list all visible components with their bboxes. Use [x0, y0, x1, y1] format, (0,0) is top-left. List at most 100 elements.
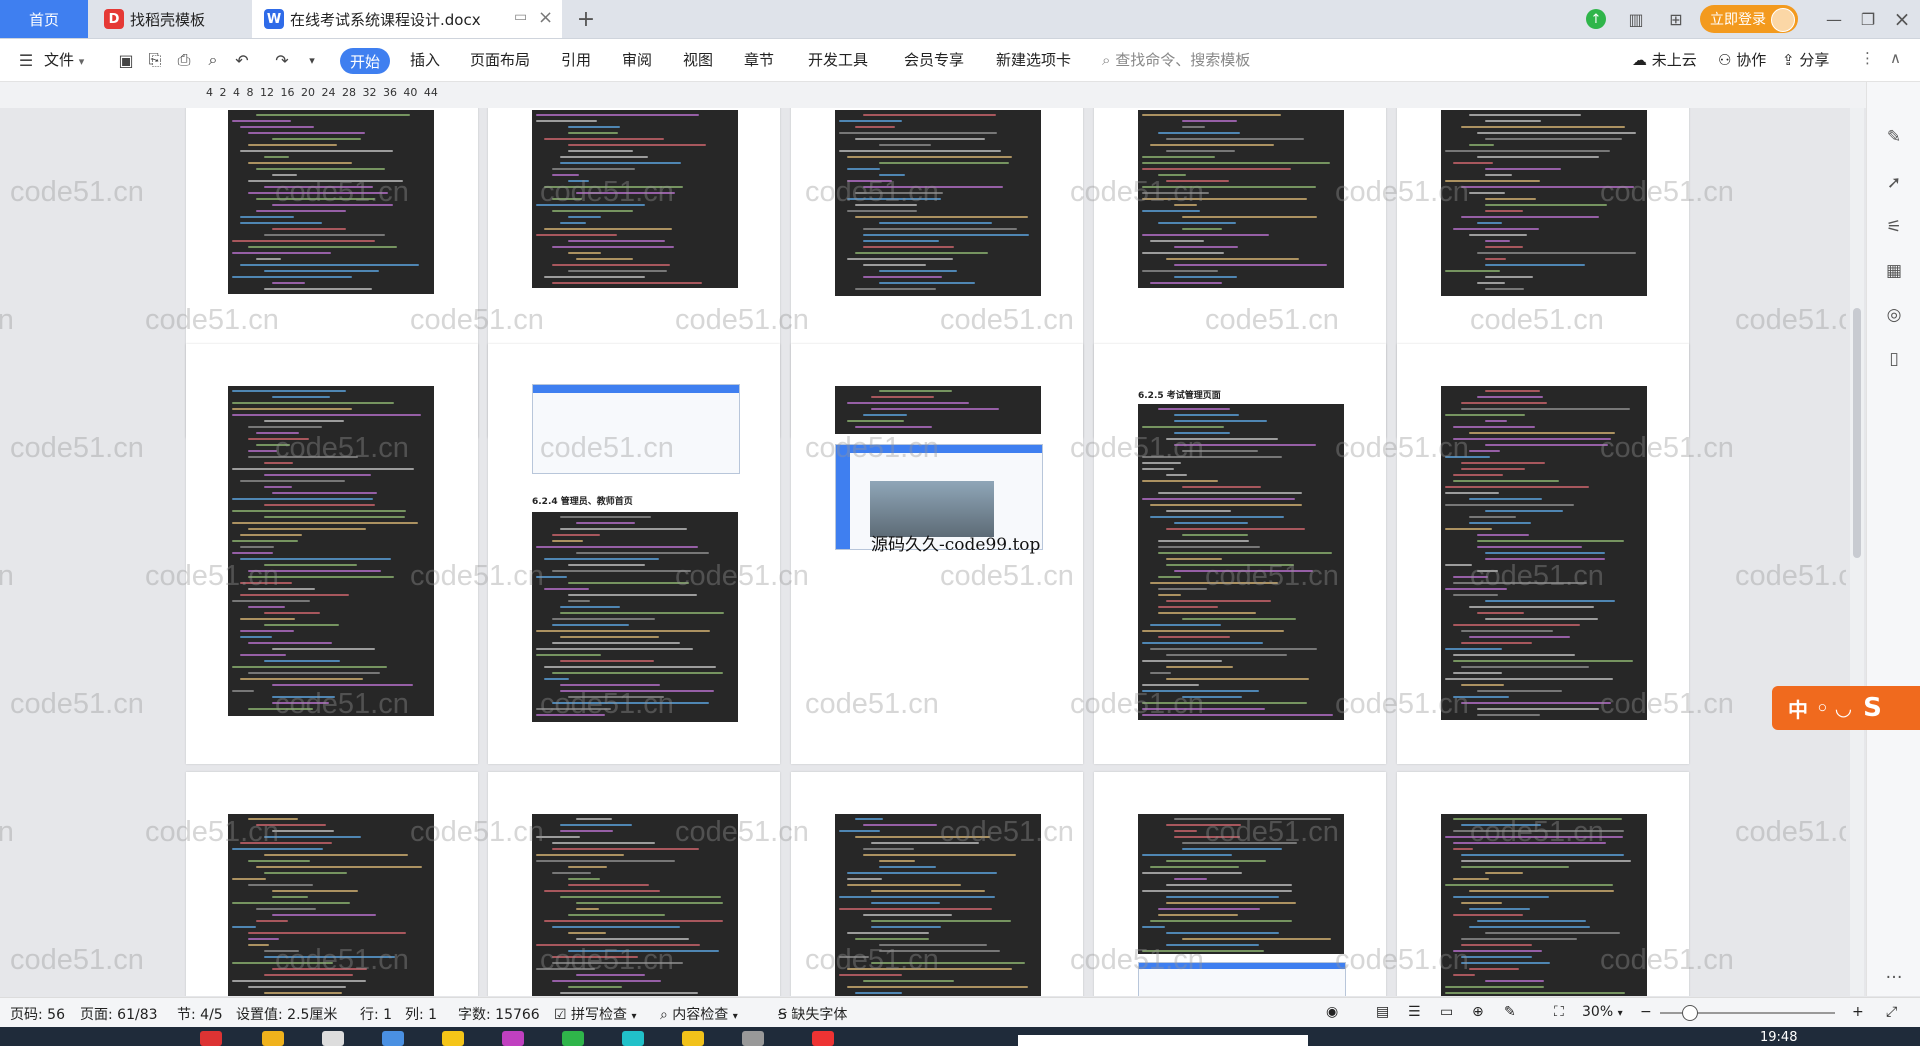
menu-page-layout[interactable]: 页面布局: [470, 49, 530, 70]
taskbar-app-icon[interactable]: [322, 1031, 344, 1046]
fit-page-icon[interactable]: ⛶: [1554, 1004, 1564, 1020]
print-icon[interactable]: ⎙: [174, 50, 194, 70]
more-tools-icon[interactable]: …: [1883, 962, 1905, 984]
code-line: [855, 216, 1028, 218]
tab-template[interactable]: D 找稻壳模板: [92, 0, 252, 38]
more-icon[interactable]: ⋮: [1860, 49, 1875, 67]
undo-icon[interactable]: ↶: [232, 50, 252, 70]
setting-value[interactable]: 设置值: 2.5厘米: [236, 1004, 337, 1024]
outline-view-icon[interactable]: ☰: [1408, 1004, 1421, 1020]
new-tab-icon[interactable]: +: [574, 7, 598, 32]
taskbar-app-icon[interactable]: [682, 1031, 704, 1046]
fullscreen-icon[interactable]: ⤢: [1886, 1004, 1897, 1020]
redo-icon[interactable]: ↷: [272, 50, 292, 70]
minimize-icon[interactable]: —: [1822, 8, 1846, 30]
collapse-ribbon-icon[interactable]: ∧: [1890, 49, 1901, 67]
adjust-icon[interactable]: ⚟: [1883, 216, 1905, 238]
login-button[interactable]: 立即登录: [1700, 5, 1798, 33]
code-line: [232, 510, 406, 512]
scroll-thumb[interactable]: [1853, 308, 1861, 558]
vertical-scrollbar[interactable]: [1850, 108, 1864, 996]
web-view-icon[interactable]: ⊕: [1472, 1004, 1484, 1020]
collab-button[interactable]: ⚇ 协作: [1718, 49, 1766, 70]
command-search[interactable]: ⌕ 查找命令、搜索模板: [1102, 49, 1250, 70]
eye-protect-icon[interactable]: ◉: [1326, 1004, 1338, 1020]
taskbar-app-icon[interactable]: [382, 1031, 404, 1046]
hamburger-icon[interactable]: ☰: [16, 50, 36, 70]
code-line: [1142, 186, 1316, 188]
location-icon[interactable]: ◎: [1883, 304, 1905, 326]
missing-font[interactable]: Ꞩ 缺失字体: [778, 1004, 847, 1024]
file-menu[interactable]: 文件 ▾: [44, 49, 84, 70]
code-screenshot: [1138, 404, 1344, 720]
write-view-icon[interactable]: ✎: [1504, 1004, 1516, 1020]
select-cursor-icon[interactable]: ➚: [1883, 172, 1905, 194]
taskbar-app-icon[interactable]: [742, 1031, 764, 1046]
taskbar-app-icon[interactable]: [622, 1031, 644, 1046]
code-line: [879, 944, 988, 946]
page-view-icon[interactable]: ▤: [1376, 1004, 1389, 1020]
image-tool-icon[interactable]: ▦: [1883, 260, 1905, 282]
taskbar-app-icon[interactable]: [812, 1031, 834, 1046]
quick-access-dropdown-icon[interactable]: ▾: [302, 50, 322, 70]
code-line: [863, 414, 908, 416]
book-icon[interactable]: ▯: [1883, 348, 1905, 370]
menu-view[interactable]: 视图: [683, 49, 713, 70]
update-icon[interactable]: ↑: [1586, 9, 1606, 29]
page-count[interactable]: 页面: 61/83: [80, 1004, 158, 1024]
code-line: [1182, 120, 1237, 122]
layout-icon[interactable]: ▥: [1624, 8, 1648, 30]
code-line: [552, 926, 680, 928]
code-line: [232, 402, 394, 404]
export-pdf-icon[interactable]: ⎘: [145, 50, 165, 70]
zoom-level[interactable]: 30% ▾: [1582, 1004, 1623, 1020]
taskbar-search-box[interactable]: [1018, 1035, 1308, 1046]
zoom-slider-handle[interactable]: [1682, 1005, 1698, 1021]
menu-insert[interactable]: 插入: [410, 49, 440, 70]
restore-icon[interactable]: ❐: [1856, 8, 1880, 30]
pen-icon[interactable]: ✎: [1883, 126, 1905, 148]
taskbar-app-icon[interactable]: [502, 1031, 524, 1046]
menu-new-tab[interactable]: 新建选项卡: [996, 49, 1071, 70]
reading-view-icon[interactable]: ▭: [1440, 1004, 1453, 1020]
tab-home[interactable]: 首页: [0, 0, 88, 38]
page-number[interactable]: 页码: 56: [10, 1004, 65, 1024]
cloud-status[interactable]: ☁ 未上云: [1632, 49, 1697, 70]
code-line: [248, 180, 404, 182]
menu-references[interactable]: 引用: [561, 49, 591, 70]
watermark-text: code51.cn: [0, 560, 14, 592]
menu-member[interactable]: 会员专享: [904, 49, 964, 70]
code-screenshot: [1441, 814, 1647, 996]
menu-chapter[interactable]: 章节: [744, 49, 774, 70]
code-line: [1142, 926, 1166, 928]
document-canvas[interactable]: 6.2.4 管理员、教师首页 源码久久-code99.top 6.2.5 考试管…: [0, 108, 1846, 996]
print-preview-icon[interactable]: ⌕: [203, 50, 223, 70]
tab-document[interactable]: W 在线考试系统课程设计.docx ▭ ×: [252, 0, 562, 38]
menu-review[interactable]: 审阅: [622, 49, 652, 70]
collab-label: 协作: [1736, 51, 1767, 69]
zoom-in-icon[interactable]: +: [1852, 1004, 1864, 1020]
zoom-out-icon[interactable]: −: [1640, 1004, 1652, 1020]
taskbar-app-icon[interactable]: [262, 1031, 284, 1046]
code-line: [1174, 420, 1268, 422]
ruler[interactable]: 4 2 4 8 12 16 20 24 28 32 36 40 44: [0, 82, 1920, 108]
apps-grid-icon[interactable]: ⊞: [1664, 8, 1688, 30]
close-window-icon[interactable]: ×: [1890, 7, 1914, 31]
ime-toolbar[interactable]: 中 ◦ ◡ S: [1772, 686, 1920, 730]
word-count[interactable]: 字数: 15766: [458, 1004, 540, 1024]
taskbar-app-icon[interactable]: [562, 1031, 584, 1046]
code-line: [1445, 528, 1493, 530]
code-line: [1158, 576, 1181, 578]
taskbar-app-icon[interactable]: [442, 1031, 464, 1046]
taskbar-app-icon[interactable]: [200, 1031, 222, 1046]
code-line: [863, 228, 1017, 230]
menu-start[interactable]: 开始: [340, 48, 390, 74]
code-line: [863, 114, 996, 116]
spell-check[interactable]: ☑ 拼写检查 ▾: [554, 1004, 637, 1024]
share-button[interactable]: ⇪ 分享: [1782, 49, 1829, 70]
pin-icon[interactable]: ▭: [514, 9, 527, 25]
menu-developer[interactable]: 开发工具: [808, 49, 868, 70]
close-tab-icon[interactable]: ×: [538, 7, 553, 28]
content-check[interactable]: ⌕ 内容检查 ▾: [660, 1004, 738, 1024]
save-icon[interactable]: ▣: [116, 50, 136, 70]
